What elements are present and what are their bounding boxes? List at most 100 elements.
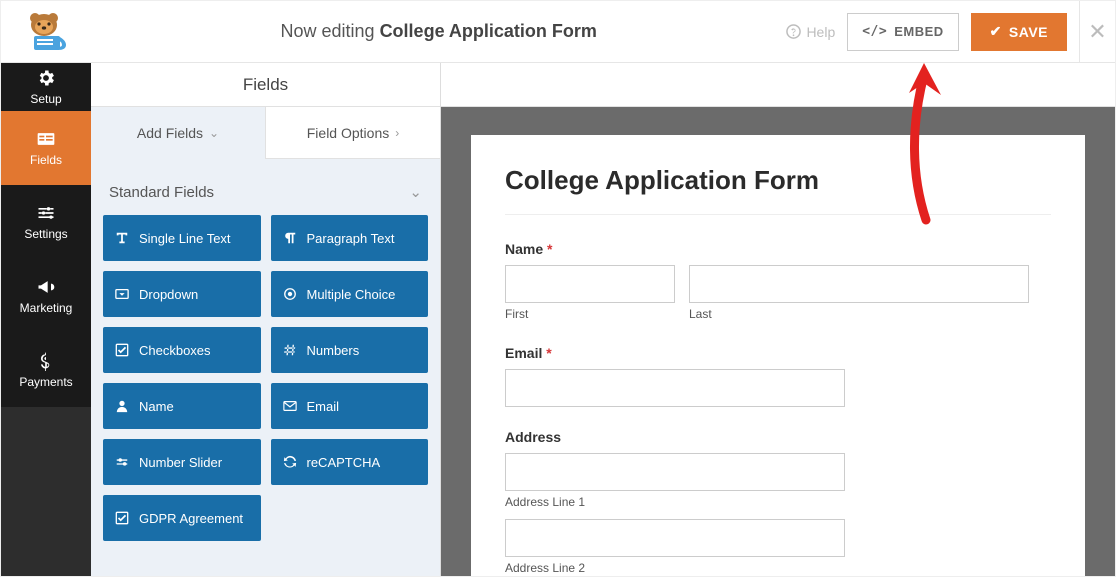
field-label: Checkboxes <box>139 343 211 358</box>
nav-setup[interactable]: Setup <box>1 63 91 111</box>
email-input[interactable] <box>505 369 845 407</box>
form-title: College Application Form <box>505 165 1051 215</box>
address-line2-input[interactable] <box>505 519 845 557</box>
help-label: Help <box>806 24 835 40</box>
chevron-right-icon: › <box>395 126 399 140</box>
chevron-down-icon: ⌄ <box>209 126 219 140</box>
field-label: Numbers <box>307 343 360 358</box>
nav-fields[interactable]: Fields <box>1 111 91 185</box>
save-label: SAVE <box>1009 24 1048 40</box>
tab-add-fields[interactable]: Add Fields ⌄ <box>91 107 265 159</box>
nav-setup-label: Setup <box>30 92 61 106</box>
close-button[interactable]: ✕ <box>1079 1 1115 63</box>
recaptcha-icon <box>283 455 297 469</box>
slider-icon <box>115 455 129 469</box>
check-square-icon <box>115 511 129 525</box>
hash-icon <box>283 343 297 357</box>
field-label: Dropdown <box>139 287 198 302</box>
last-sublabel: Last <box>689 307 859 321</box>
envelope-icon <box>283 399 297 413</box>
form-icon <box>36 129 56 149</box>
nav-marketing[interactable]: Marketing <box>1 259 91 333</box>
editing-title: Now editing College Application Form <box>91 21 786 42</box>
field-numbers[interactable]: Numbers <box>271 327 429 373</box>
last-name-input[interactable] <box>689 265 1029 303</box>
side-nav: Setup Fields Settings Marketing Payments <box>1 63 91 576</box>
help-link[interactable]: Help <box>786 24 835 40</box>
nav-settings-label: Settings <box>24 227 67 241</box>
user-icon <box>115 399 129 413</box>
dollar-icon <box>36 351 56 371</box>
gear-icon <box>36 68 56 88</box>
address-line1-sublabel: Address Line 1 <box>505 495 1051 509</box>
field-label: Name <box>139 399 174 414</box>
sliders-icon <box>36 203 56 223</box>
dropdown-icon <box>115 287 129 301</box>
fields-panel-body: Standard Fields ⌄ Single Line Text Parag… <box>91 159 440 561</box>
fields-panel: Fields Add Fields ⌄ Field Options › Stan… <box>91 63 441 576</box>
text-icon <box>115 231 129 245</box>
embed-label: EMBED <box>894 24 943 39</box>
standard-fields-grid: Single Line Text Paragraph Text Dropdown… <box>103 215 428 541</box>
embed-button[interactable]: </> EMBED <box>847 13 958 51</box>
field-paragraph-text[interactable]: Paragraph Text <box>271 215 429 261</box>
field-label: reCAPTCHA <box>307 455 381 470</box>
nav-payments[interactable]: Payments <box>1 333 91 407</box>
field-dropdown[interactable]: Dropdown <box>103 271 261 317</box>
save-button[interactable]: ✔ SAVE <box>971 13 1067 51</box>
tab-field-options[interactable]: Field Options › <box>265 107 440 159</box>
form-preview: College Application Form Name * First La… <box>471 135 1085 576</box>
topbar-actions: Help </> EMBED ✔ SAVE <box>786 13 1079 51</box>
address-line1-input[interactable] <box>505 453 845 491</box>
name-label: Name * <box>505 241 1051 257</box>
section-standard-fields[interactable]: Standard Fields ⌄ <box>103 173 428 215</box>
first-sublabel: First <box>505 307 675 321</box>
field-gdpr-agreement[interactable]: GDPR Agreement <box>103 495 261 541</box>
field-multiple-choice[interactable]: Multiple Choice <box>271 271 429 317</box>
chevron-down-icon: ⌄ <box>409 183 422 201</box>
field-label: GDPR Agreement <box>139 511 243 526</box>
field-email-block[interactable]: Email * <box>505 345 1051 407</box>
field-email[interactable]: Email <box>271 383 429 429</box>
first-name-col: First <box>505 265 675 321</box>
embed-icon: </> <box>862 24 887 39</box>
email-label-text: Email <box>505 345 542 361</box>
last-name-col: Last <box>689 265 859 321</box>
address-line2-sublabel: Address Line 2 <box>505 561 1051 575</box>
section-standard-label: Standard Fields <box>109 184 214 201</box>
required-asterisk: * <box>542 345 551 361</box>
field-label: Email <box>307 399 340 414</box>
name-row: First Last <box>505 265 1051 321</box>
tab-field-options-label: Field Options <box>307 125 389 141</box>
check-icon: ✔ <box>990 23 1002 40</box>
preview-header-spacer <box>441 63 1115 107</box>
bullhorn-icon <box>36 277 56 297</box>
form-name: College Application Form <box>380 21 597 41</box>
top-bar: Now editing College Application Form Hel… <box>1 1 1115 63</box>
field-recaptcha[interactable]: reCAPTCHA <box>271 439 429 485</box>
field-checkboxes[interactable]: Checkboxes <box>103 327 261 373</box>
checkbox-icon <box>115 343 129 357</box>
paragraph-icon <box>283 231 297 245</box>
close-icon: ✕ <box>1088 19 1106 45</box>
field-label: Multiple Choice <box>307 287 396 302</box>
first-name-input[interactable] <box>505 265 675 303</box>
nav-settings[interactable]: Settings <box>1 185 91 259</box>
fields-tabs: Add Fields ⌄ Field Options › <box>91 107 440 159</box>
field-name-block[interactable]: Name * First Last <box>505 241 1051 321</box>
app-logo <box>1 1 91 63</box>
nav-fields-label: Fields <box>30 153 62 167</box>
required-asterisk: * <box>543 241 552 257</box>
field-label: Paragraph Text <box>307 231 395 246</box>
field-name[interactable]: Name <box>103 383 261 429</box>
main-area: Setup Fields Settings Marketing Payments… <box>1 63 1115 576</box>
nav-payments-label: Payments <box>19 375 72 389</box>
field-address-block[interactable]: Address Address Line 1 Address Line 2 <box>505 429 1051 575</box>
email-label: Email * <box>505 345 1051 361</box>
editing-prefix: Now editing <box>281 21 380 41</box>
field-label: Single Line Text <box>139 231 231 246</box>
field-label: Number Slider <box>139 455 222 470</box>
fields-panel-header: Fields <box>91 63 440 107</box>
field-number-slider[interactable]: Number Slider <box>103 439 261 485</box>
field-single-line-text[interactable]: Single Line Text <box>103 215 261 261</box>
